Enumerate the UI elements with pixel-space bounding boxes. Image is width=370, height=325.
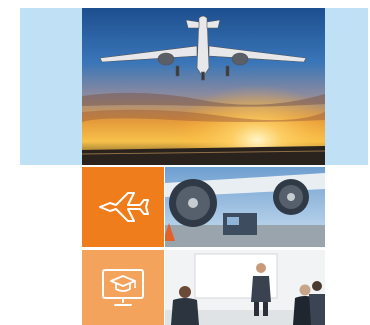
left-side-panel (20, 8, 82, 165)
jet-engine-photo (165, 167, 325, 247)
training-meeting-photo (165, 250, 325, 325)
graduation-monitor-icon (102, 268, 144, 306)
training-tile[interactable] (82, 250, 164, 325)
flight-tile[interactable] (82, 167, 164, 247)
airplane-icon (99, 192, 149, 222)
hero-airplane-image (82, 8, 325, 165)
right-side-panel (325, 8, 368, 165)
